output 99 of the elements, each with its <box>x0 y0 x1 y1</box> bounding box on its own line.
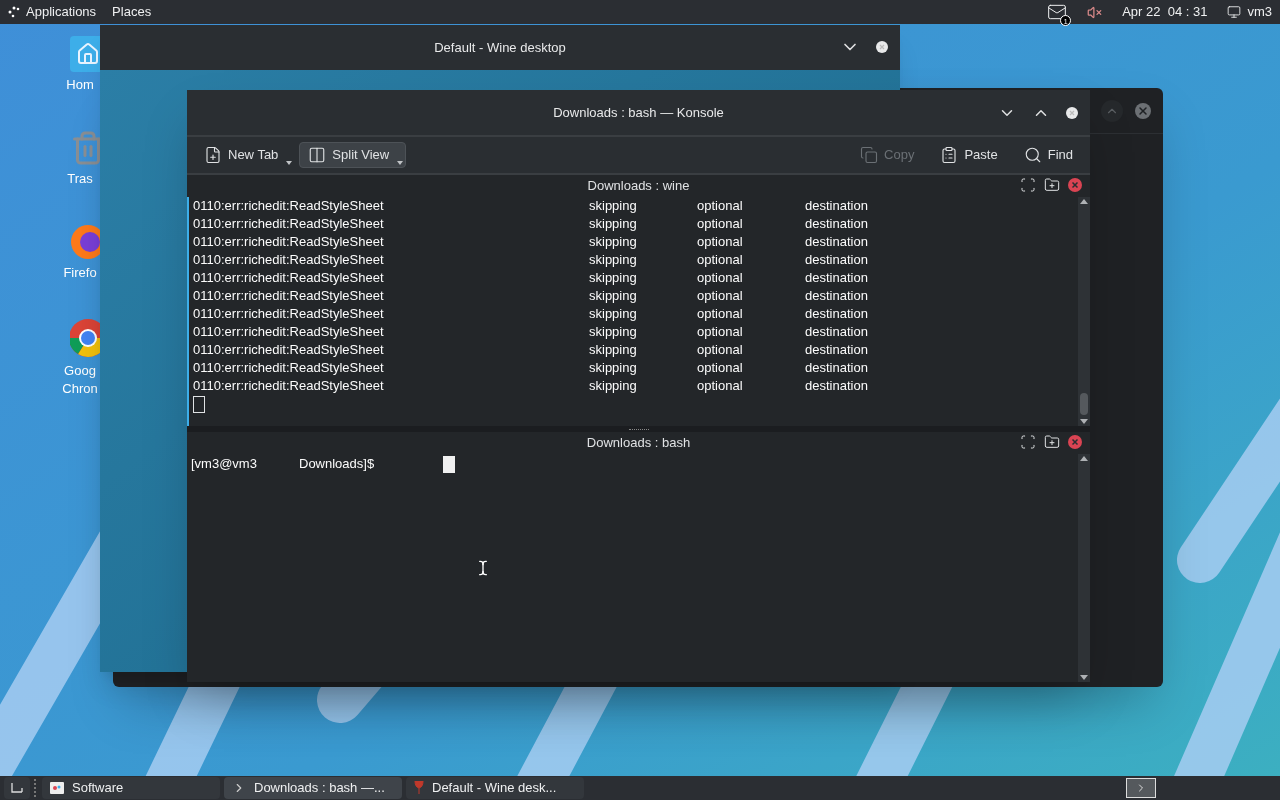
terminal-text: 0110:err:richedit:ReadStyleSheet <box>193 377 385 395</box>
terminal-text: 0110:err:richedit:ReadStyleSheet <box>193 359 385 377</box>
terminal-text: 0110:err:richedit:ReadStyleSheet <box>193 197 385 215</box>
scrollbar-thumb[interactable] <box>1080 393 1088 415</box>
terminal-text: 0110:err:richedit:ReadStyleSheet <box>193 287 385 305</box>
icon-label: Hom <box>65 76 95 94</box>
terminal-text: skipping <box>589 359 638 377</box>
terminal-text: destination <box>805 269 869 287</box>
terminal-text: destination <box>805 341 869 359</box>
terminal-text: optional <box>697 215 744 233</box>
terminal-text: 0110:err:richedit:ReadStyleSheet <box>193 215 385 233</box>
terminal-text: optional <box>697 251 744 269</box>
terminal-text: skipping <box>589 269 638 287</box>
window-title: Default - Wine desktop <box>434 38 566 57</box>
terminal-text: skipping <box>589 341 638 359</box>
terminal-text: optional <box>697 197 744 215</box>
window-title: Downloads : bash — Konsole <box>553 103 724 122</box>
scrollbar[interactable] <box>1078 197 1090 426</box>
maximize-pane-icon[interactable] <box>1020 434 1036 450</box>
toolbar-button[interactable]: Find <box>1014 142 1082 168</box>
terminal-text: destination <box>805 233 869 251</box>
pane-title: Downloads : wine <box>587 177 690 196</box>
app-menu-icon <box>8 6 20 18</box>
mail-icon[interactable] <box>1047 2 1068 22</box>
close-pane-icon[interactable] <box>1068 435 1082 449</box>
wine-glass-icon <box>414 781 424 795</box>
terminal-text: 0110:err:richedit:ReadStyleSheet <box>193 305 385 323</box>
clock[interactable]: Apr 22 04 : 31 <box>1122 2 1208 22</box>
icon-label: Goog <box>63 362 97 380</box>
close-icon[interactable] <box>1066 107 1078 119</box>
scroll-down-icon <box>1080 675 1088 680</box>
terminal-text: Downloads]$ <box>299 455 376 474</box>
icon-label: Chron <box>61 380 99 398</box>
scroll-up-icon <box>1080 456 1088 461</box>
icon-label: Firefo <box>62 264 98 282</box>
terminal-text: destination <box>805 377 869 395</box>
terminal-text: skipping <box>589 215 638 233</box>
terminal-text: skipping <box>589 305 638 323</box>
terminal-text: skipping <box>589 377 638 395</box>
show-desktop-icon <box>11 783 23 793</box>
terminal-text: optional <box>697 341 744 359</box>
toolbar-dropdown-button[interactable]: New Tab <box>195 142 296 168</box>
terminal-text: skipping <box>589 233 638 251</box>
terminal-text: skipping <box>589 323 638 341</box>
dropdown-indicator-icon <box>286 161 293 165</box>
close-pane-icon[interactable] <box>1068 178 1082 192</box>
terminal-text: 0110:err:richedit:ReadStyleSheet <box>193 323 385 341</box>
terminal-text: optional <box>697 233 744 251</box>
new-folder-icon[interactable] <box>1044 434 1060 450</box>
clipboard-icon <box>940 146 959 164</box>
terminal-text: destination <box>805 287 869 305</box>
workspace-pager[interactable] <box>1126 778 1156 798</box>
terminal-text: destination <box>805 197 869 215</box>
scroll-down-icon <box>1080 419 1088 424</box>
taskbar-task[interactable]: Default - Wine desk... <box>406 777 584 799</box>
terminal-text: destination <box>805 323 869 341</box>
terminal-text: skipping <box>589 251 638 269</box>
muted-speaker-icon[interactable] <box>1087 4 1103 20</box>
terminal-text: destination <box>805 359 869 377</box>
new-tab-icon <box>204 146 222 164</box>
panel-menu[interactable]: Applications <box>8 2 97 22</box>
search-icon <box>1023 146 1042 164</box>
terminal-text: skipping <box>589 197 638 215</box>
terminal-text: 0110:err:richedit:ReadStyleSheet <box>193 341 385 359</box>
monitor-icon <box>1227 5 1242 19</box>
software-icon <box>50 782 64 794</box>
toolbar-button[interactable]: Paste <box>931 142 1007 168</box>
taskbar-task[interactable]: Downloads : bash —... <box>224 777 402 799</box>
split-view-icon <box>308 146 327 164</box>
terminal-text: optional <box>697 269 744 287</box>
terminal-text: destination <box>805 305 869 323</box>
terminal-text: optional <box>697 287 744 305</box>
icon-label: Tras <box>66 170 94 188</box>
terminal-text: 0110:err:richedit:ReadStyleSheet <box>193 233 385 251</box>
terminal-text: optional <box>697 359 744 377</box>
show-desktop-button[interactable] <box>4 777 30 799</box>
split-handle[interactable] <box>187 426 1090 432</box>
terminal-text: 0110:err:richedit:ReadStyleSheet <box>193 269 385 287</box>
terminal-text: optional <box>697 305 744 323</box>
close-icon[interactable] <box>876 41 888 53</box>
copy-icon <box>860 146 879 164</box>
taskbar-task[interactable]: Software <box>42 777 220 799</box>
new-folder-icon[interactable] <box>1044 177 1060 193</box>
scrollbar[interactable] <box>1078 454 1090 682</box>
user-button[interactable]: vm3 <box>1227 2 1272 22</box>
terminal-text: optional <box>697 377 744 395</box>
scroll-up-icon <box>1080 199 1088 204</box>
terminal-text: skipping <box>589 287 638 305</box>
home-folder-icon[interactable] <box>70 36 100 72</box>
maximize-pane-icon[interactable] <box>1020 177 1036 193</box>
terminal-text: optional <box>697 323 744 341</box>
panel-menu[interactable]: Places <box>112 2 152 22</box>
terminal-text: 0110:err:richedit:ReadStyleSheet <box>193 251 385 269</box>
terminal-text: destination <box>805 251 869 269</box>
dropdown-indicator-icon <box>397 161 404 165</box>
toolbar-dropdown-button[interactable]: Split View <box>299 142 407 168</box>
terminal-text: destination <box>805 215 869 233</box>
terminal-text: [vm3@vm3 <box>191 455 258 474</box>
pane-title: Downloads : bash <box>586 434 691 453</box>
